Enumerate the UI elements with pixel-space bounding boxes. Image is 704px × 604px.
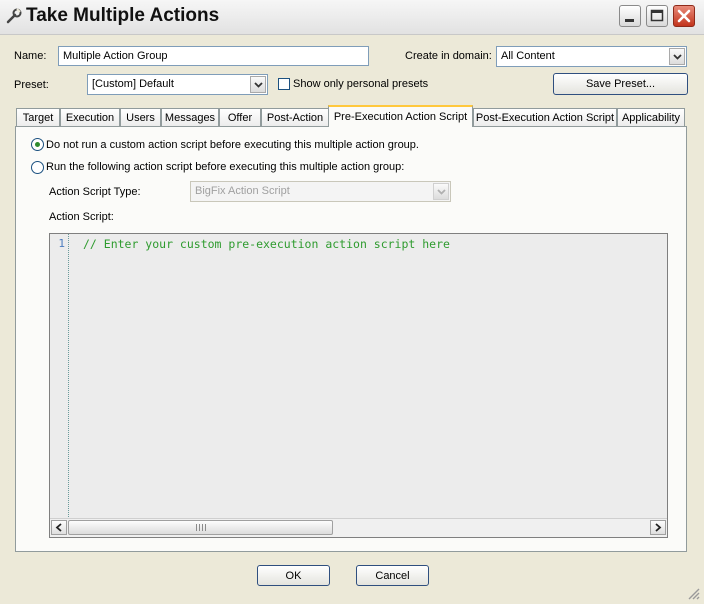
title-bar[interactable]: Take Multiple Actions (0, 0, 704, 35)
run-script-radio[interactable] (31, 161, 44, 174)
name-input[interactable]: Multiple Action Group (58, 46, 369, 66)
domain-select[interactable]: All Content (496, 46, 687, 67)
maximize-icon (650, 9, 664, 22)
tab-pre-execution-action-script[interactable]: Pre-Execution Action Script (328, 105, 473, 127)
tab-post-execution-action-script[interactable]: Post-Execution Action Script (473, 108, 617, 126)
scroll-right-button[interactable] (650, 520, 666, 535)
chevron-down-icon[interactable] (669, 48, 685, 65)
name-label: Name: (14, 50, 47, 62)
show-personal-presets-label: Show only personal presets (293, 78, 429, 90)
tab-target[interactable]: Target (16, 108, 60, 126)
preset-select[interactable]: [Custom] Default (87, 74, 268, 95)
horizontal-scrollbar[interactable] (50, 518, 667, 537)
preset-select-value: [Custom] Default (92, 78, 174, 90)
tab-execution[interactable]: Execution (60, 108, 120, 126)
chevron-down-icon[interactable] (250, 76, 266, 93)
show-personal-presets-checkbox[interactable] (278, 78, 290, 90)
chevron-down-icon (433, 183, 449, 200)
no-custom-script-label: Do not run a custom action script before… (46, 139, 419, 151)
no-custom-script-radio[interactable] (31, 138, 44, 151)
scroll-right-icon (655, 523, 662, 532)
maximize-button[interactable] (646, 5, 668, 27)
cancel-button[interactable]: Cancel (356, 565, 429, 586)
minimize-button[interactable] (619, 5, 641, 27)
scrollbar-thumb[interactable] (68, 520, 333, 535)
ok-button[interactable]: OK (257, 565, 330, 586)
resize-grip-icon[interactable] (686, 586, 700, 600)
window-title: Take Multiple Actions (26, 5, 220, 26)
script-type-value: BigFix Action Script (195, 185, 290, 197)
tab-applicability[interactable]: Applicability (617, 108, 685, 126)
radio-selected-dot (35, 142, 40, 147)
save-preset-button[interactable]: Save Preset... (553, 73, 688, 95)
tab-post-action[interactable]: Post-Action (261, 108, 329, 126)
line-number-gutter: 1 (50, 234, 69, 519)
script-type-label: Action Script Type: (49, 186, 141, 198)
close-icon (677, 9, 691, 23)
tab-users[interactable]: Users (120, 108, 161, 126)
run-script-label: Run the following action script before e… (46, 161, 405, 173)
action-script-editor[interactable]: 1 // Enter your custom pre-execution act… (49, 233, 668, 538)
preset-label: Preset: (14, 79, 49, 91)
line-number: 1 (58, 237, 65, 250)
minimize-icon (625, 19, 634, 22)
tab-offer[interactable]: Offer (219, 108, 261, 126)
script-code-line[interactable]: // Enter your custom pre-execution actio… (83, 237, 450, 251)
domain-label: Create in domain: (405, 50, 492, 62)
script-type-select: BigFix Action Script (190, 181, 451, 202)
scroll-left-button[interactable] (51, 520, 67, 535)
close-button[interactable] (673, 5, 695, 27)
script-label: Action Script: (49, 211, 114, 223)
wrench-icon (6, 8, 22, 24)
scroll-left-icon (55, 523, 62, 532)
tab-messages[interactable]: Messages (161, 108, 219, 126)
domain-select-value: All Content (501, 50, 555, 62)
